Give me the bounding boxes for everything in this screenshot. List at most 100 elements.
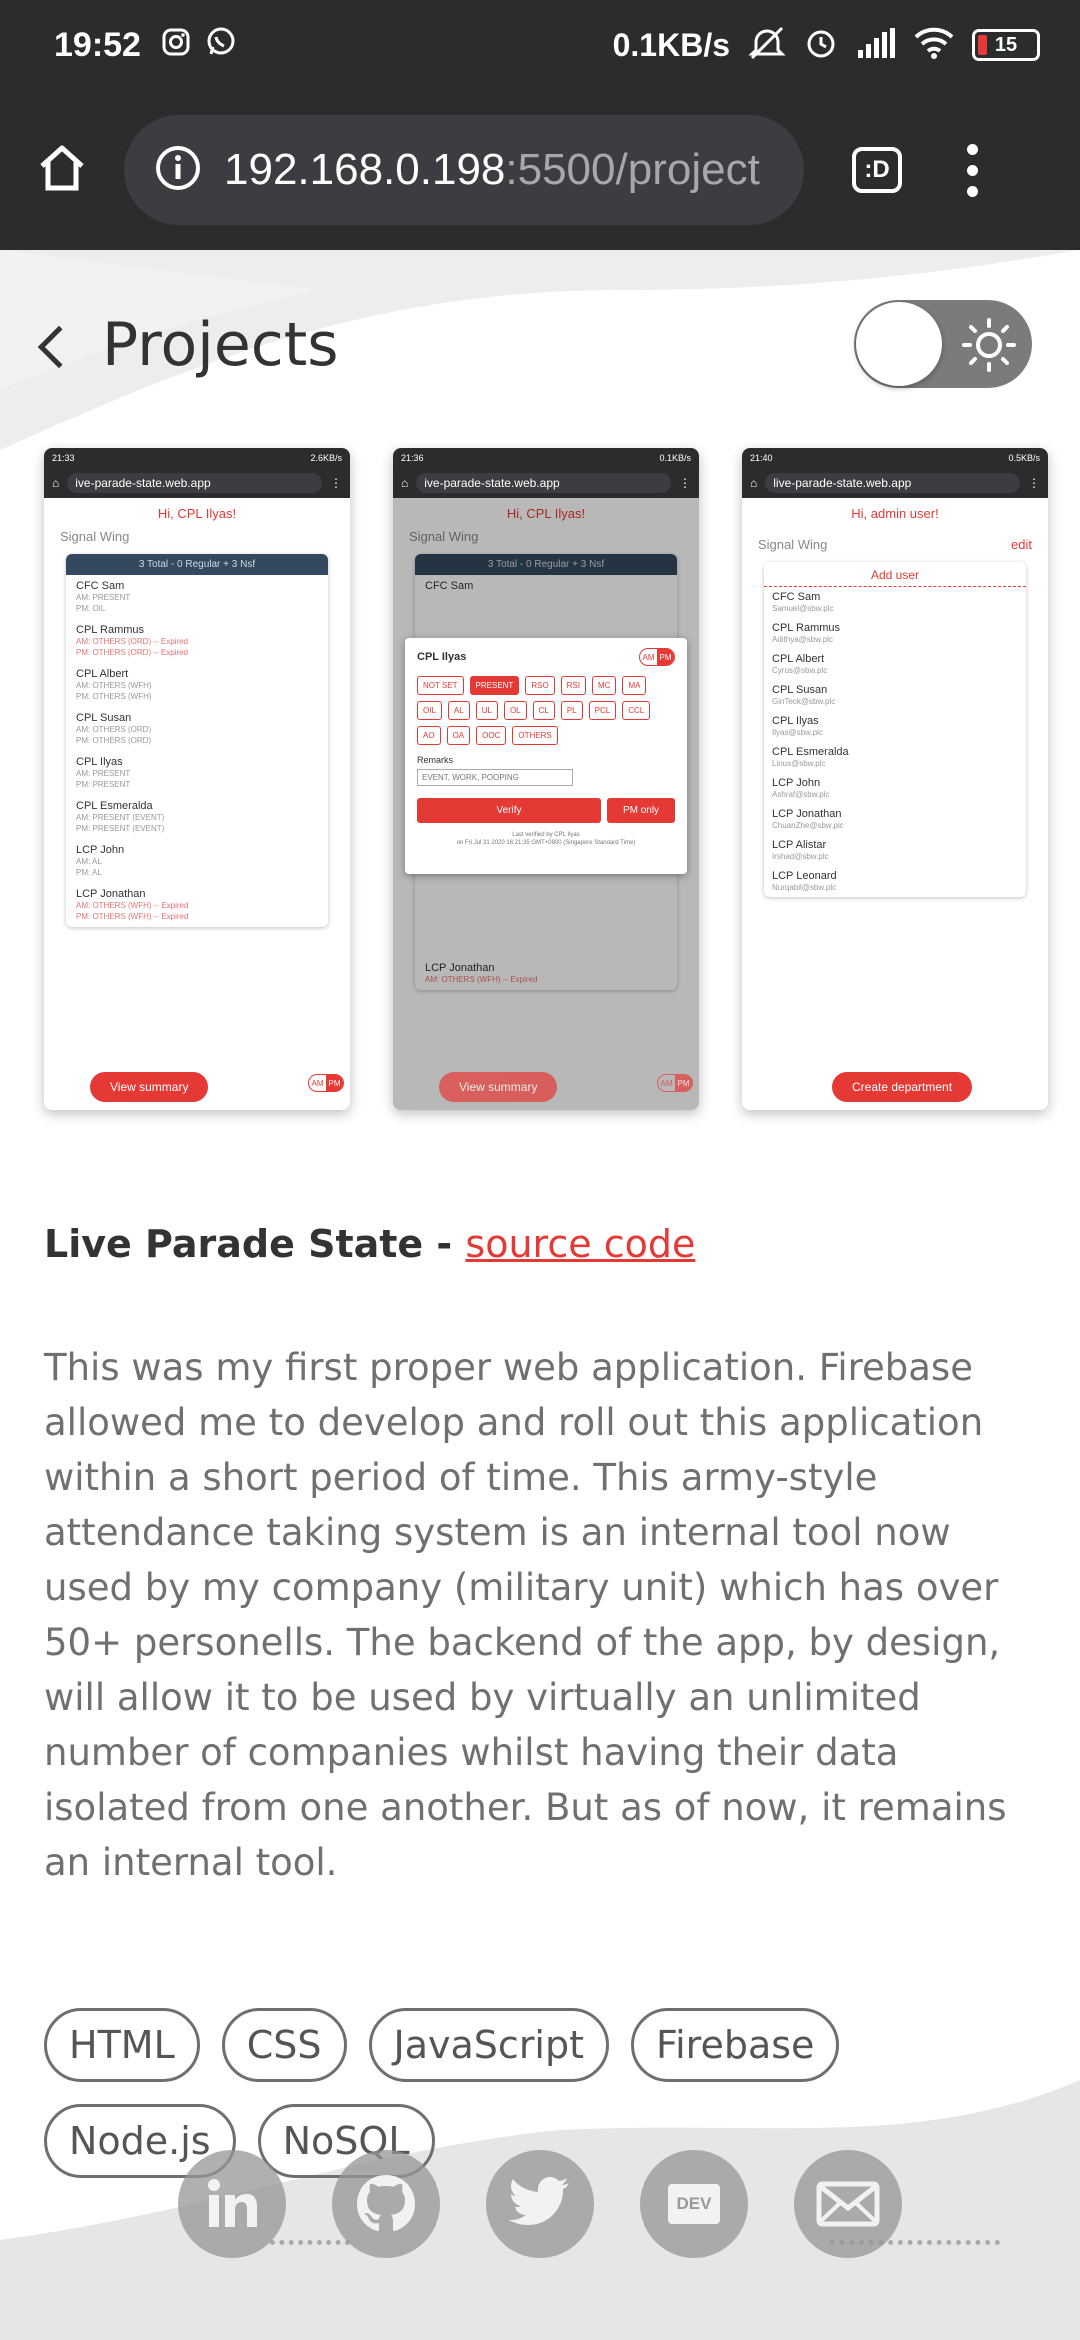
page-header: Projects [37, 310, 339, 380]
person-pm: PM: OTHERS (ORD) -- Expired [76, 648, 189, 657]
user-name: CPL Esmeralda [772, 746, 849, 758]
list-item: CFC Sam AM: PRESENT PM: OIL [66, 575, 328, 619]
mini-wing-label: Signal Wing [758, 537, 828, 552]
home-icon[interactable] [36, 142, 88, 198]
mini-status-modal: CPL Ilyas AM PM NOT SET PRESENT RSO RSI M… [405, 638, 687, 874]
mini-menu-icon: ⋮ [679, 476, 691, 490]
mini-status-time: 21:36 [401, 453, 424, 463]
more-menu-icon[interactable] [962, 143, 982, 197]
user-name: CPL Rammus [772, 622, 841, 634]
mini-bottom-bar: View summary AM PM [393, 1068, 699, 1104]
person-pm: PM: OIL [76, 604, 106, 613]
person-name: CPL Susan [76, 712, 132, 724]
url-path: :5500/project [505, 145, 760, 194]
list-item: CPL Rammus Adithya@sbw.plc [764, 618, 1026, 649]
list-item: CPL Albert AM: OTHERS (WFH) PM: OTHERS (WF… [66, 663, 328, 707]
user-name: CPL Albert [772, 653, 825, 665]
last-verified-text: Last verified by CPL Ilyas on Fri Jul 31 … [417, 831, 675, 847]
tech-tag: Firebase [631, 2008, 840, 2082]
am-label: AM [660, 1078, 673, 1088]
source-code-link[interactable]: source code [465, 1222, 695, 1266]
project-screenshot-admin[interactable]: 21:40 0.5KB/s ⌂ live-parade-state.web.ap… [742, 448, 1048, 1110]
status-chip: PL [560, 701, 583, 720]
pm-label: PM [326, 1075, 343, 1091]
mini-address-bar: ⌂ ive-parade-state.web.app ⋮ [44, 468, 350, 498]
modal-person-name: CPL Ilyas [417, 651, 467, 663]
tech-tag: CSS [221, 2008, 347, 2082]
person-pm: PM: AL [76, 868, 102, 877]
dev-icon[interactable]: DEV [640, 2150, 748, 2258]
signal-icon [856, 27, 896, 63]
mail-icon[interactable] [794, 2150, 902, 2258]
modal-ampm-toggle: AM PM [639, 648, 675, 666]
mini-url: ive-parade-state.web.app [416, 473, 671, 493]
mini-address-bar: ⌂ ive-parade-state.web.app ⋮ [393, 468, 699, 498]
user-email: Irshad@sbw.plc [772, 852, 829, 861]
url-text: 192.168.0.198:5500/project [224, 145, 760, 195]
toggle-knob[interactable] [856, 302, 942, 386]
instagram-icon [161, 27, 191, 63]
mini-attendance-card: 3 Total - 0 Regular + 3 Nsf CFC Sam AM: P… [66, 554, 328, 927]
mini-home-icon: ⌂ [750, 476, 758, 490]
battery-level: 15 [994, 33, 1018, 56]
mini-wing: Signal Wing edit [742, 525, 1048, 556]
person-name: LCP Jonathan [76, 888, 146, 900]
person-am: AM: PRESENT [76, 769, 131, 778]
am-label: AM [642, 652, 655, 662]
status-chip: AO [417, 726, 441, 745]
dev-label: DEV [668, 2184, 720, 2224]
mini-home-icon: ⌂ [52, 476, 60, 490]
user-email: Linus@sbw.plc [772, 759, 826, 768]
theme-toggle[interactable] [854, 300, 1032, 388]
back-chevron-icon[interactable] [37, 325, 81, 369]
social-links: DEV [178, 2150, 902, 2258]
person-am: AM: OTHERS (ORD) [76, 725, 152, 734]
user-email: Cyrus@sbw.plc [772, 666, 828, 675]
user-name: CFC Sam [772, 591, 821, 603]
status-chip: PCL [588, 701, 617, 720]
info-icon[interactable] [154, 144, 202, 196]
pm-label: PM [657, 649, 674, 665]
list-item: CPL Esmeralda AM: PRESENT (EVENT) PM: PRES… [66, 795, 328, 839]
mute-icon [748, 26, 786, 65]
status-chip: CCL [622, 701, 651, 720]
status-bar: 19:52 0.1KB/s 15 [0, 0, 1080, 90]
pm-only-button: PM only [607, 798, 675, 823]
mini-status-bar: 21:33 2.6KB/s [44, 448, 350, 468]
address-field[interactable]: 192.168.0.198:5500/project [124, 115, 804, 225]
person-name: CPL Ilyas [76, 756, 123, 768]
person-name: LCP John [76, 844, 125, 856]
project-screenshot-summary[interactable]: 21:33 2.6KB/s ⌂ ive-parade-state.web.app… [44, 448, 350, 1110]
mini-status-speed: 0.1KB/s [659, 453, 691, 463]
mini-greeting: Hi, CPL Ilyas! [157, 506, 237, 521]
mini-address-bar: ⌂ live-parade-state.web.app ⋮ [742, 468, 1048, 498]
github-icon[interactable] [332, 2150, 440, 2258]
status-chip: OOC [476, 726, 507, 745]
twitter-icon[interactable] [486, 2150, 594, 2258]
status-chip: NOT SET [417, 676, 464, 695]
mini-card-summary: 3 Total - 0 Regular + 3 Nsf [66, 554, 328, 575]
user-email: Nurqabil@sbw.plc [772, 883, 837, 892]
user-email: Ilyas@sbw.plc [772, 728, 823, 737]
status-chip: AL [447, 701, 470, 720]
person-am: AM: OTHERS (WFH) [76, 681, 152, 690]
project-description: This was my first proper web application… [44, 1346, 1007, 1884]
mini-status-speed: 0.5KB/s [1008, 453, 1040, 463]
linkedin-icon[interactable] [178, 2150, 286, 2258]
mini-view-summary-button: View summary [90, 1072, 209, 1102]
last-verified-by: Last verified by CPL Ilyas [512, 832, 580, 838]
list-item: CPL Albert Cyrus@sbw.plc [764, 649, 1026, 680]
mini-menu-icon: ⋮ [330, 476, 342, 490]
whatsapp-icon [205, 26, 237, 64]
network-speed: 0.1KB/s [612, 26, 730, 63]
mini-status-time: 21:40 [750, 453, 773, 463]
mini-status-time: 21:33 [52, 453, 75, 463]
wifi-icon [914, 27, 954, 64]
mini-status-bar: 21:40 0.5KB/s [742, 448, 1048, 468]
tab-switcher-button[interactable]: :D [852, 147, 902, 193]
person-am: AM: OTHERS (ORD) -- Expired [76, 637, 189, 646]
remarks-field: EVENT, WORK, POOPING [417, 769, 573, 786]
mini-home-icon: ⌂ [401, 476, 409, 490]
project-screenshot-status-modal[interactable]: 21:36 0.1KB/s ⌂ ive-parade-state.web.app… [393, 448, 699, 1110]
status-chip-group: NOT SET PRESENT RSO RSI MC MA OIL AL UL … [417, 676, 675, 745]
